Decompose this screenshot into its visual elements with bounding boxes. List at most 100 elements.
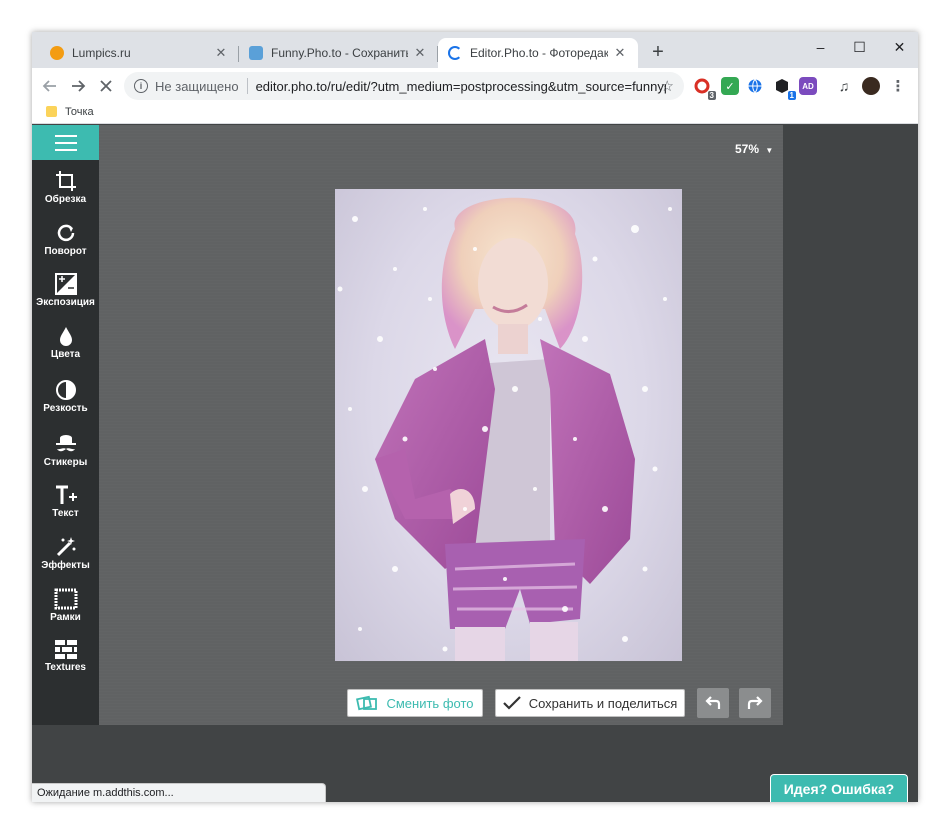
tools-sidebar: Обрезка Поворот Экспозиция Цвета Резкост… (32, 125, 99, 725)
photo-image (337, 197, 672, 661)
tool-label: Стикеры (43, 457, 88, 468)
tab-title: Lumpics.ru (72, 46, 131, 60)
zoom-dropdown[interactable]: 57% ▼ (735, 142, 773, 156)
browser-window: Lumpics.ru ✕ Funny.Pho.to - Сохранить, п… (32, 32, 918, 802)
close-icon[interactable]: ✕ (612, 45, 628, 61)
divider (246, 78, 248, 94)
extension-screen[interactable]: AD (799, 77, 817, 95)
screen-icon: AD (802, 81, 814, 91)
checkmark-icon (502, 696, 521, 710)
edited-photo[interactable] (335, 189, 682, 661)
change-photo-button[interactable]: Сменить фото (347, 689, 483, 717)
change-photo-label: Сменить фото (386, 695, 474, 711)
lumpics-favicon-icon (50, 46, 64, 60)
crop-icon (55, 171, 76, 191)
hamburger-line (54, 134, 77, 137)
editor-canvas (99, 125, 783, 725)
bookmark-item[interactable]: Точка (65, 106, 94, 118)
tool-exposure[interactable]: Экспозиция (32, 272, 99, 320)
tool-textures[interactable]: Textures (32, 637, 99, 685)
hat-mustache-icon (55, 435, 76, 452)
extension-badge: 1 (787, 91, 796, 100)
stop-x-icon (100, 80, 112, 92)
tool-label: Текст (52, 508, 79, 519)
tool-sharpness[interactable]: Резкость (32, 378, 99, 426)
photos-icon (356, 695, 378, 711)
info-icon[interactable]: i (134, 79, 148, 93)
extension-globe[interactable] (746, 77, 764, 95)
bookmark-star-icon[interactable]: ☆ (661, 77, 674, 95)
bricks-icon (54, 640, 77, 659)
media-control-button[interactable]: ♫ (835, 77, 853, 95)
new-tab-button[interactable]: + (646, 41, 670, 65)
profile-avatar[interactable] (862, 77, 880, 95)
tool-label: Эффекты (41, 560, 90, 571)
tool-label: Рамки (50, 612, 81, 623)
tool-label: Поворот (44, 246, 87, 257)
extension-cube[interactable]: 1 (773, 77, 796, 100)
magic-wand-icon (56, 537, 75, 557)
stop-button[interactable] (92, 72, 120, 100)
rotate-icon (57, 224, 74, 242)
tool-text[interactable]: Текст (32, 483, 99, 531)
maximize-button[interactable]: ☐ (837, 32, 882, 62)
playlist-icon: ♫ (838, 78, 850, 94)
address-bar[interactable]: i Не защищено editor.pho.to/ru/edit/?utm… (124, 72, 684, 100)
arrow-left-icon (42, 80, 56, 92)
close-icon[interactable]: ✕ (412, 45, 428, 61)
redo-button[interactable] (739, 688, 771, 718)
redo-icon (747, 696, 763, 709)
tab-strip: Lumpics.ru ✕ Funny.Pho.to - Сохранить, п… (32, 32, 918, 68)
status-bar: Ожидание m.addthis.com... (32, 783, 326, 802)
extension-check[interactable]: ✓ (721, 77, 739, 95)
bookmarks-bar: Точка (32, 104, 918, 124)
kebab-menu-icon: ⋮ (890, 78, 906, 95)
tool-frames[interactable]: Рамки (32, 587, 99, 635)
funny-photo-favicon-icon (249, 46, 263, 60)
close-window-button[interactable]: ✕ (877, 32, 918, 62)
zoom-value: 57% (735, 142, 760, 156)
folder-icon (46, 106, 57, 117)
tool-label: Экспозиция (36, 297, 95, 308)
tool-crop[interactable]: Обрезка (32, 169, 99, 217)
tool-label: Обрезка (44, 194, 87, 205)
extension-badge: 3 (707, 91, 716, 100)
url-text[interactable]: editor.pho.to/ru/edit/?utm_medium=postpr… (256, 79, 666, 94)
hamburger-menu-button[interactable] (32, 125, 99, 160)
loading-spinner-icon (448, 46, 462, 60)
hamburger-line (54, 141, 77, 144)
tab-lumpics[interactable]: Lumpics.ru ✕ (40, 38, 239, 68)
close-icon[interactable]: ✕ (213, 45, 229, 61)
right-panel (783, 125, 918, 725)
browser-toolbar: i Не защищено editor.pho.to/ru/edit/?utm… (32, 68, 918, 104)
tool-stickers[interactable]: Стикеры (32, 432, 99, 480)
hamburger-line (54, 148, 77, 151)
tool-label: Textures (45, 662, 86, 673)
tool-label: Резкость (43, 403, 88, 414)
tab-title: Funny.Pho.to - Сохранить, поде (271, 46, 408, 60)
drop-icon (59, 327, 72, 346)
frame-icon (54, 588, 77, 610)
tab-editor-photo[interactable]: Editor.Pho.to - Фоторедактор он ✕ (438, 38, 638, 68)
feedback-button[interactable]: Идея? Ошибка? (770, 774, 908, 802)
browser-menu-button[interactable]: ⋮ (889, 77, 907, 95)
sharpness-icon (55, 380, 76, 400)
tool-effects[interactable]: Эффекты (32, 535, 99, 583)
tool-colors[interactable]: Цвета (32, 324, 99, 372)
exposure-icon (54, 273, 77, 295)
undo-button[interactable] (697, 688, 729, 718)
caret-down-icon: ▼ (765, 146, 774, 155)
security-label: Не защищено (155, 78, 239, 94)
tab-funny-photo[interactable]: Funny.Pho.to - Сохранить, поде ✕ (239, 38, 438, 68)
back-button[interactable] (36, 72, 64, 100)
tool-label: Цвета (50, 349, 81, 360)
checkmark-icon: ✓ (725, 80, 735, 93)
globe-icon (748, 79, 762, 93)
tool-rotate[interactable]: Поворот (32, 221, 99, 269)
undo-icon (705, 696, 721, 709)
extension-adblock[interactable]: 3 (693, 77, 716, 100)
editor-app: 57% ▼ Обрезка Поворот Экспозиция Цвета Р… (32, 125, 918, 802)
forward-button[interactable] (64, 72, 92, 100)
save-share-button[interactable]: Сохранить и поделиться (495, 689, 685, 717)
tab-title: Editor.Pho.to - Фоторедактор он (470, 46, 608, 60)
